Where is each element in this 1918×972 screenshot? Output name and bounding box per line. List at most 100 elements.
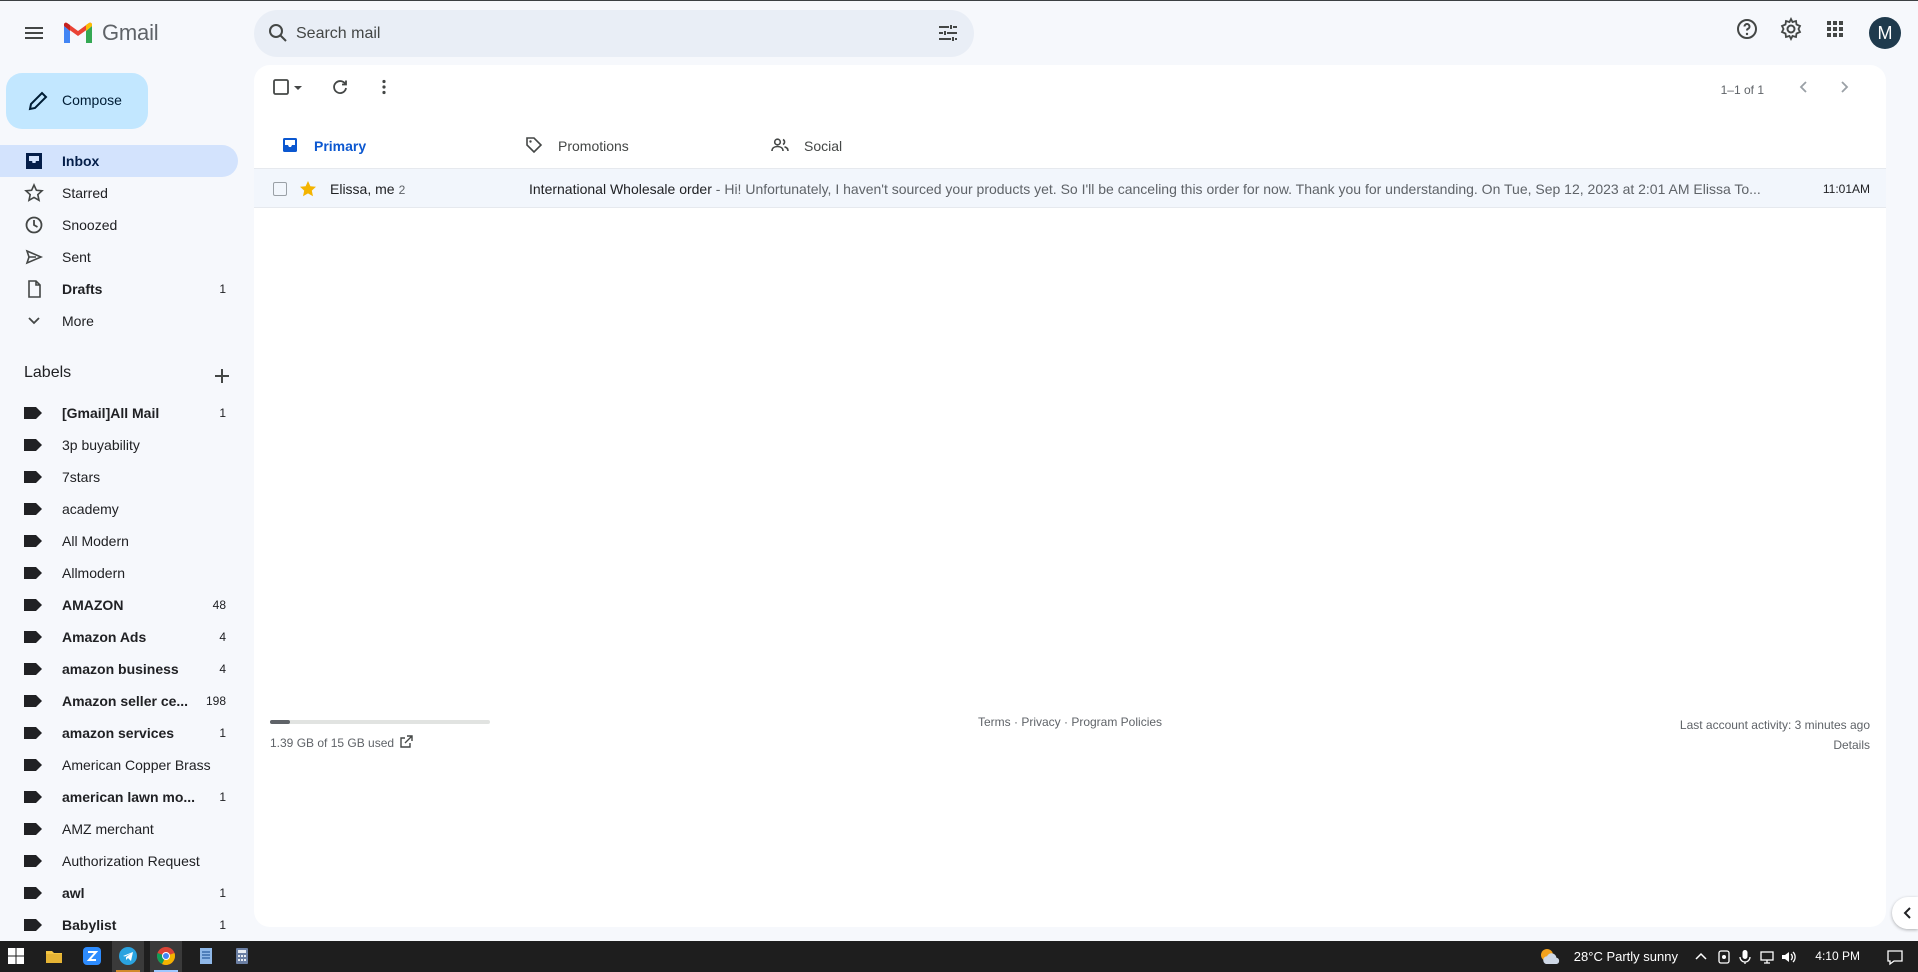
label-item[interactable]: awl 1	[0, 877, 238, 909]
select-dropdown-icon[interactable]	[291, 77, 305, 97]
label-count: 198	[205, 694, 226, 708]
pencil-icon	[28, 91, 48, 111]
label-tag-icon	[24, 663, 42, 675]
refresh-icon[interactable]	[330, 77, 350, 97]
notepad-icon[interactable]	[196, 946, 216, 966]
settings-gear-icon[interactable]	[1779, 17, 1803, 41]
tab-primary[interactable]: Primary	[262, 117, 506, 173]
network-icon[interactable]	[1758, 949, 1776, 965]
apps-grid-icon[interactable]	[1823, 17, 1847, 41]
tab-promotions[interactable]: Promotions	[506, 117, 750, 173]
label-name: amazon services	[62, 725, 175, 741]
side-panel-toggle[interactable]	[1892, 897, 1918, 929]
file-explorer-icon[interactable]	[44, 946, 64, 966]
label-item[interactable]: amazon services 1	[0, 717, 238, 749]
volume-icon[interactable]	[1780, 949, 1798, 965]
sender-names: Elissa, me	[330, 181, 395, 197]
label-name: AMZ merchant	[62, 821, 154, 837]
windows-start-icon[interactable]	[6, 946, 26, 966]
email-row[interactable]: Elissa, me 2 International Wholesale orde…	[254, 168, 1886, 208]
label-item[interactable]: AMZ merchant	[0, 813, 238, 845]
email-select-checkbox[interactable]	[273, 182, 287, 196]
chevron-left-icon[interactable]	[1794, 77, 1814, 97]
clock-icon	[25, 216, 43, 234]
star-icon	[24, 183, 44, 202]
label-item[interactable]: amazon business 4	[0, 653, 238, 685]
sidebar-item-more[interactable]: More	[0, 305, 238, 337]
label-item[interactable]: Babylist 1	[0, 909, 238, 941]
label-name: 7stars	[62, 469, 101, 485]
sidebar-item-label: Sent	[62, 249, 91, 265]
sidebar-item-inbox[interactable]: Inbox	[0, 145, 238, 177]
last-activity-text: Last account activity: 3 minutes ago	[1679, 718, 1870, 732]
telegram-icon	[119, 947, 137, 965]
label-item[interactable]: academy	[0, 493, 238, 525]
label-item[interactable]: 7stars	[0, 461, 238, 493]
notifications-icon[interactable]	[1886, 948, 1904, 966]
label-item[interactable]: Authorization Request	[0, 845, 238, 877]
chrome-taskbar-active[interactable]	[150, 941, 182, 972]
account-avatar[interactable]: M	[1869, 17, 1901, 49]
sidebar-item-snoozed[interactable]: Snoozed	[0, 209, 238, 241]
more-vert-icon[interactable]	[374, 77, 394, 97]
weather-text[interactable]: 28°C Partly sunny	[1574, 949, 1678, 964]
label-count: 1	[219, 918, 226, 932]
tab-social[interactable]: Social	[752, 117, 996, 173]
label-count: 1	[219, 790, 226, 804]
label-name: [Gmail]All Mail	[62, 405, 160, 421]
label-item[interactable]: American Copper Brass	[0, 749, 238, 781]
calculator-icon[interactable]	[232, 946, 252, 966]
gmail-logo[interactable]: Gmail	[62, 17, 159, 49]
send-icon	[25, 249, 44, 265]
chevron-right-icon[interactable]	[1834, 77, 1854, 97]
label-count: 1	[219, 406, 226, 420]
compose-button[interactable]: Compose	[6, 73, 148, 129]
chevron-up-icon[interactable]	[1694, 950, 1708, 964]
label-item[interactable]: All Modern	[0, 525, 238, 557]
label-name: american lawn mo...	[62, 789, 196, 805]
sidebar-item-sent[interactable]: Sent	[0, 241, 238, 273]
label-item[interactable]: [Gmail]All Mail 1	[0, 397, 238, 429]
hamburger-menu-icon	[25, 27, 43, 39]
zoom-app-icon[interactable]	[82, 946, 102, 966]
select-all-checkbox-icon[interactable]	[271, 77, 291, 97]
details-link[interactable]: Details	[1680, 735, 1870, 755]
microphone-icon[interactable]	[1738, 949, 1752, 965]
label-tag-icon	[24, 695, 42, 707]
label-item[interactable]: Amazon seller ce... 198	[0, 685, 238, 717]
sidebar-item-label: Drafts	[62, 281, 103, 297]
add-label-icon[interactable]	[210, 364, 234, 388]
star-icon[interactable]	[298, 179, 318, 199]
label-item[interactable]: AMAZON 48	[0, 589, 238, 621]
label-tag-icon	[24, 791, 42, 803]
help-icon[interactable]	[1735, 17, 1759, 41]
label-item[interactable]: Amazon Ads 4	[0, 621, 238, 653]
category-tabs: Primary Promotions Social	[254, 117, 1886, 173]
telegram-taskbar-active[interactable]	[112, 941, 144, 972]
clock-time[interactable]: 4:10 PM	[1815, 949, 1860, 963]
label-name: Babylist	[62, 917, 117, 933]
sidebar-item-label: More	[62, 313, 94, 329]
search-bar[interactable]	[254, 10, 974, 57]
compose-label: Compose	[62, 92, 122, 108]
camera-icon[interactable]	[1716, 949, 1732, 965]
label-tag-icon	[24, 439, 42, 451]
label-tag-icon	[24, 471, 42, 483]
label-item[interactable]: Allmodern	[0, 557, 238, 589]
search-icon[interactable]	[266, 21, 290, 45]
label-count: 4	[219, 662, 226, 676]
label-name: American Copper Brass	[62, 757, 211, 773]
sidebar-item-drafts[interactable]: Drafts 1	[0, 273, 238, 305]
pagination-text: 1–1 of 1	[1720, 83, 1764, 97]
open-in-new-icon[interactable]	[398, 734, 414, 750]
weather-partly-sunny-icon[interactable]	[1538, 946, 1562, 968]
label-item[interactable]: american lawn mo... 1	[0, 781, 238, 813]
label-item[interactable]: 3p buyability	[0, 429, 238, 461]
search-options-icon[interactable]	[936, 21, 960, 45]
label-name: Authorization Request	[62, 853, 200, 869]
main-menu-button[interactable]	[14, 13, 54, 53]
search-input[interactable]	[296, 10, 896, 57]
label-tag-icon	[24, 599, 42, 611]
sidebar-item-starred[interactable]: Starred	[0, 177, 238, 209]
footer-links[interactable]: Terms · Privacy · Program Policies	[978, 715, 1162, 729]
